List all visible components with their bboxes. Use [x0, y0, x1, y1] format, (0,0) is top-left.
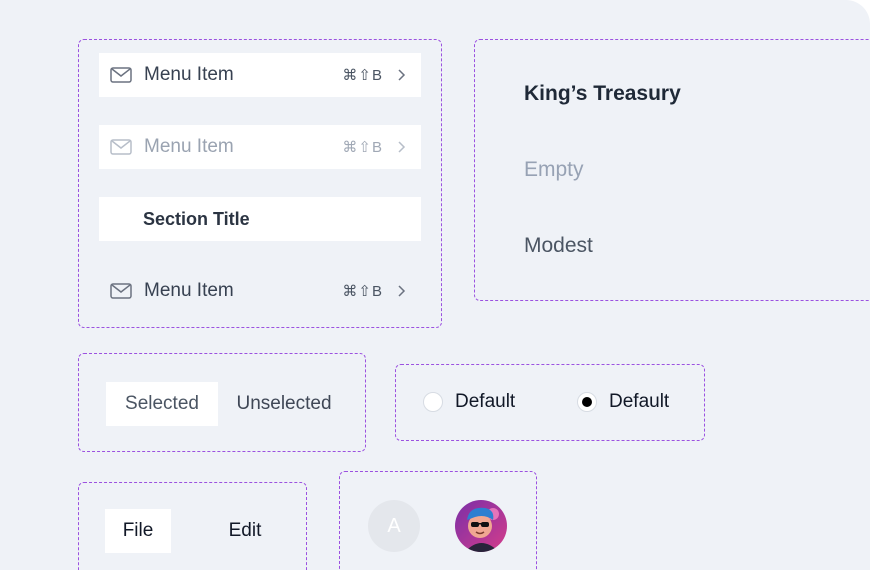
- avatar-image[interactable]: [455, 500, 507, 552]
- radio-label: Default: [455, 391, 516, 412]
- treasury-empty: Empty: [524, 158, 584, 181]
- tab-edit[interactable]: Edit: [212, 509, 278, 553]
- menu-item[interactable]: Menu Item ⌘⇧B: [99, 53, 421, 97]
- menu-item-shortcut: ⌘⇧B: [342, 283, 383, 300]
- chevron-right-icon: [395, 68, 407, 82]
- menu-group: Menu Item ⌘⇧B Menu Item ⌘⇧B Section Titl…: [78, 39, 442, 328]
- treasury-modest: Modest: [524, 234, 593, 257]
- menu-item-label: Menu Item: [144, 280, 234, 301]
- chevron-right-icon: [395, 284, 407, 298]
- segmented-control: Selected Unselected: [78, 353, 366, 452]
- segment-unselected[interactable]: Unselected: [226, 382, 342, 426]
- chevron-right-icon: [395, 140, 407, 154]
- radio-checked[interactable]: Default: [577, 391, 669, 413]
- segment-selected[interactable]: Selected: [106, 382, 218, 426]
- radio-unchecked[interactable]: Default: [423, 391, 515, 413]
- mail-icon: [110, 139, 132, 155]
- menu-item-label: Menu Item: [144, 136, 234, 157]
- avatar-group: A: [339, 471, 537, 570]
- menubar-tabs: File Edit: [78, 482, 307, 570]
- menu-item-shortcut: ⌘⇧B: [342, 139, 383, 156]
- menu-item[interactable]: Menu Item ⌘⇧B: [99, 269, 421, 313]
- menu-section-title: Section Title: [99, 197, 421, 241]
- mail-icon: [110, 67, 132, 83]
- menu-item-shortcut: ⌘⇧B: [342, 67, 383, 84]
- tab-file[interactable]: File: [105, 509, 171, 553]
- text-styles-group: King’s Treasury Empty Modest: [474, 39, 870, 301]
- radio-circle[interactable]: [423, 392, 443, 412]
- radio-circle[interactable]: [577, 392, 597, 412]
- treasury-title: King’s Treasury: [524, 82, 681, 105]
- avatar-initial[interactable]: A: [368, 500, 420, 552]
- mail-icon: [110, 283, 132, 299]
- radio-dot-icon: [582, 397, 592, 407]
- radio-group: Default Default: [395, 364, 705, 441]
- component-canvas: Menu Item ⌘⇧B Menu Item ⌘⇧B Section Titl…: [0, 0, 870, 570]
- section-title-label: Section Title: [143, 208, 250, 229]
- menu-item-disabled: Menu Item ⌘⇧B: [99, 125, 421, 169]
- menu-item-label: Menu Item: [144, 64, 234, 85]
- radio-label: Default: [609, 391, 670, 412]
